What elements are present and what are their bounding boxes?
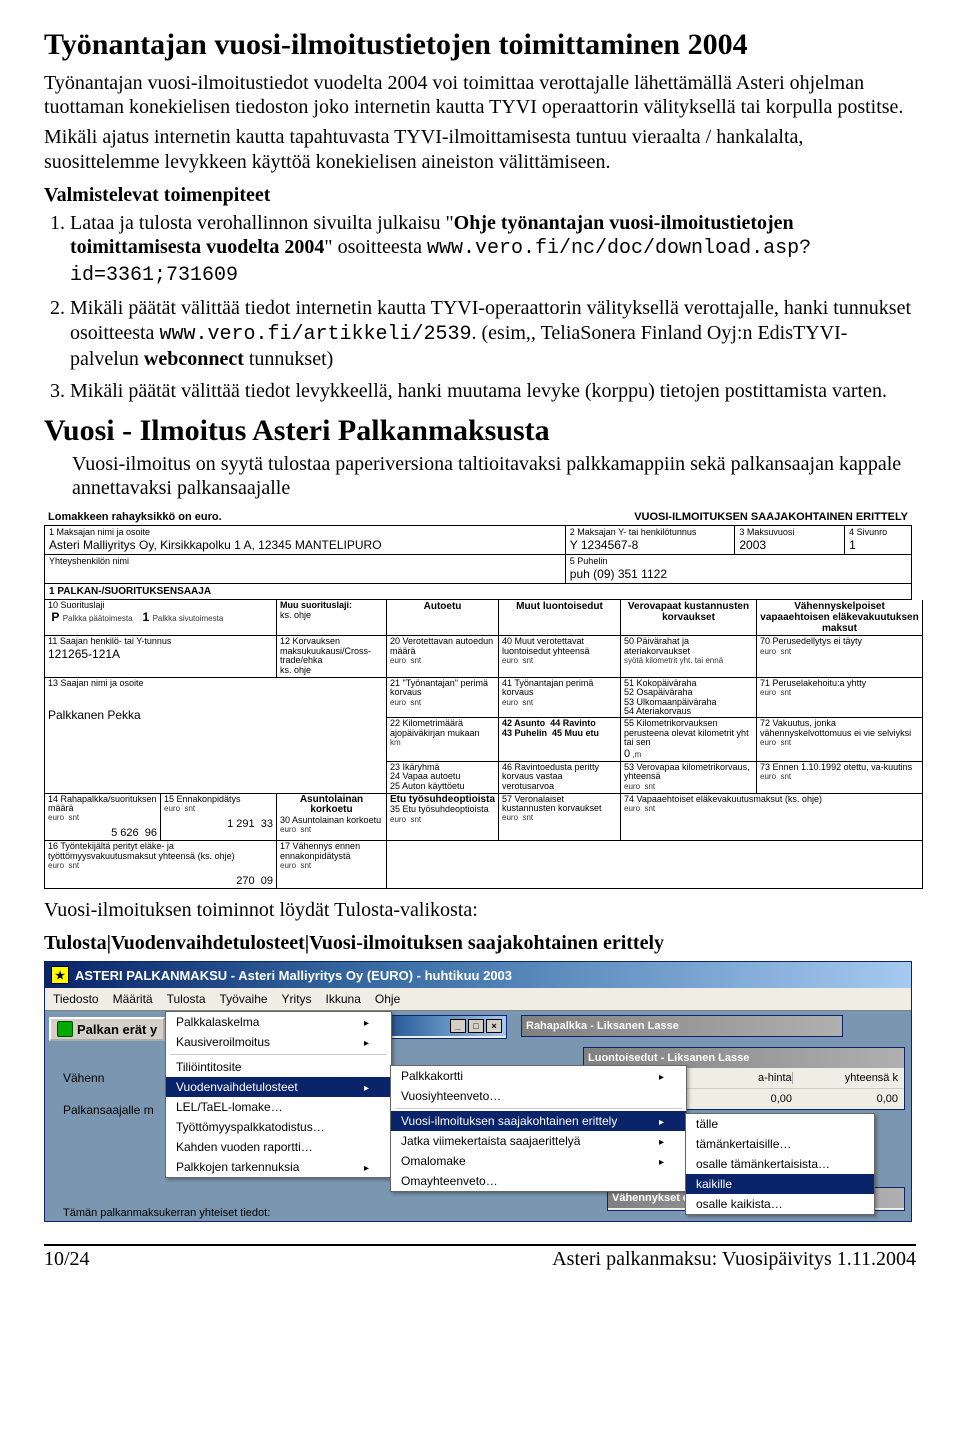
after-form-line2: Tulosta|Vuodenvaihdetulosteet|Vuosi-ilmo… [44, 932, 916, 955]
c16-euro: 270 [236, 875, 254, 887]
step-1: Lataa ja tulosta verohallinnon sivuilta … [70, 211, 916, 288]
menu-yritys[interactable]: Yritys [282, 992, 312, 1006]
vuodenvaihde-submenu[interactable]: Palkkakortti Vuosiyhteenveto… Vuosi-ilmo… [390, 1065, 687, 1192]
mi3-osalle-tamankertaisista[interactable]: osalle tämänkertaisista… [686, 1154, 874, 1174]
intro-paragraph-2: Mikäli ajatus internetin kautta tapahtuv… [44, 125, 916, 174]
minimize-icon: _ [450, 1019, 466, 1033]
mi-palkkalaskelma[interactable]: Palkkalaskelma [166, 1012, 391, 1032]
section-heading: Vuosi - Ilmoitus Asteri Palkanmaksusta [44, 414, 916, 448]
mi-omayhteenveto[interactable]: Omayhteenveto… [391, 1171, 686, 1191]
mi3-kaikille[interactable]: kaikille [686, 1174, 874, 1194]
step-3: Mikäli päätät välittää tiedot levykkeell… [70, 379, 916, 403]
prep-heading: Valmistelevat toimenpiteet [44, 184, 916, 207]
palkan-erat-button[interactable]: Palkan erät y [49, 1017, 165, 1041]
close-icon: × [486, 1019, 502, 1033]
app-menubar[interactable]: Tiedosto Määritä Tulosta Työvaihe Yritys… [45, 988, 911, 1011]
person-icon [57, 1021, 73, 1037]
form-currency-note: Lomakkeen rahayksikkö on euro. [48, 511, 222, 523]
menu-ikkuna[interactable]: Ikkuna [326, 992, 361, 1006]
inactive-title-1: Rahapalkka - Liksanen Lasse [526, 1020, 679, 1032]
app-screenshot: ★ ASTERI PALKANMAKSU - Asteri Malliyrity… [44, 961, 912, 1222]
c14-euro: 5 626 [111, 827, 139, 839]
mi3-osalle-kaikista[interactable]: osalle kaikista… [686, 1194, 874, 1214]
left-line-1: Vähenn [63, 1071, 104, 1085]
recipient-name: Palkkanen Pekka [48, 708, 383, 722]
page-number: 1 [849, 537, 907, 552]
page-title: Työnantajan vuosi-ilmoitustietojen toimi… [44, 28, 916, 63]
window-buttons[interactable]: _□× [448, 1019, 502, 1033]
mi3-tamankertaisille[interactable]: tämänkertaisille… [686, 1134, 874, 1154]
tax-year: 2003 [739, 537, 840, 552]
mi-vuosiyhteenveto[interactable]: Vuosiyhteenveto… [391, 1086, 686, 1106]
app-icon: ★ [51, 966, 69, 984]
maximize-icon: □ [468, 1019, 484, 1033]
after-form-line1: Vuosi-ilmoituksen toiminnot löydät Tulos… [44, 899, 916, 922]
mi-tarkennuksia[interactable]: Palkkojen tarkennuksia [166, 1157, 391, 1177]
intro-paragraph-1: Työnantajan vuosi-ilmoitustiedot vuodelt… [44, 71, 916, 120]
inactive-title-2: Luontoisedut - Liksanen Lasse [588, 1052, 749, 1064]
footer-right: Asteri palkanmaksu: Vuosipäivitys 1.11.2… [552, 1248, 916, 1271]
app-titlebar: ★ ASTERI PALKANMAKSU - Asteri Malliyrity… [45, 962, 911, 988]
page-footer: 10/24 Asteri palkanmaksu: Vuosipäivitys … [44, 1244, 916, 1271]
menu-maarita[interactable]: Määritä [113, 992, 153, 1006]
step-2: Mikäli päätät välittää tiedot internetin… [70, 296, 916, 371]
tulosta-menu[interactable]: Palkkalaskelma Kausiveroilmoitus Tiliöin… [165, 1011, 392, 1178]
step-2-url: www.vero.fi/artikkeli/2539 [159, 323, 471, 346]
mi-kahden-vuoden[interactable]: Kahden vuoden raportti… [166, 1137, 391, 1157]
mi-omalomake[interactable]: Omalomake [391, 1151, 686, 1171]
payer-name-address: Asteri Malliyritys Oy, Kirsikkapolku 1 A… [49, 537, 561, 552]
footer-left: 10/24 [44, 1248, 90, 1271]
section-subtext: Vuosi-ilmoitus on syytä tulostaa paperiv… [44, 452, 916, 501]
mi-vuosi-ilmoitus-saajakohtainen[interactable]: Vuosi-ilmoituksen saajakohtainen erittel… [391, 1111, 686, 1131]
mi-kausivero[interactable]: Kausiveroilmoitus [166, 1032, 391, 1052]
menu-ohje[interactable]: Ohje [375, 992, 400, 1006]
mi-tiliointi[interactable]: Tiliöintitosite [166, 1057, 391, 1077]
mi3-talle[interactable]: tälle [686, 1114, 874, 1134]
steps-list: Lataa ja tulosta verohallinnon sivuilta … [44, 211, 916, 404]
menu-tiedosto[interactable]: Tiedosto [53, 992, 99, 1006]
saajakohtainen-submenu[interactable]: tälle tämänkertaisille… osalle tämänkert… [685, 1113, 875, 1215]
left-line-2: Palkansaajalle m [63, 1103, 154, 1117]
mi-tyottomyys[interactable]: Työttömyyspalkkatodistus… [166, 1117, 391, 1137]
mi-palkkakortti[interactable]: Palkkakortti [391, 1066, 686, 1086]
menu-tyovaihe[interactable]: Työvaihe [220, 992, 268, 1006]
recipient-id: 121265-121A [48, 647, 273, 661]
menu-tulosta[interactable]: Tulosta [167, 992, 206, 1006]
mi-lel-tael[interactable]: LEL/TaEL-lomake… [166, 1097, 391, 1117]
mi-jatka-viimekertaista[interactable]: Jatka viimekertaista saajaerittelyä [391, 1131, 686, 1151]
form-screenshot: Lomakkeen rahayksikkö on euro. VUOSI-ILM… [44, 509, 912, 890]
form-title-right: VUOSI-ILMOITUKSEN SAAJAKOHTAINEN ERITTEL… [634, 511, 908, 523]
payer-ytunnus: Y 1234567-8 [570, 537, 731, 552]
form-section-1: 1 PALKAN-/SUORITUKSENSAAJA [44, 583, 912, 599]
bottom-line: Tämän palkanmaksukerran yhteiset tiedot: [63, 1207, 270, 1219]
phone: puh (09) 351 1122 [570, 566, 907, 581]
c15-euro: 1 291 [227, 818, 255, 830]
mi-vuodenvaihde[interactable]: Vuodenvaihdetulosteet [166, 1077, 391, 1097]
